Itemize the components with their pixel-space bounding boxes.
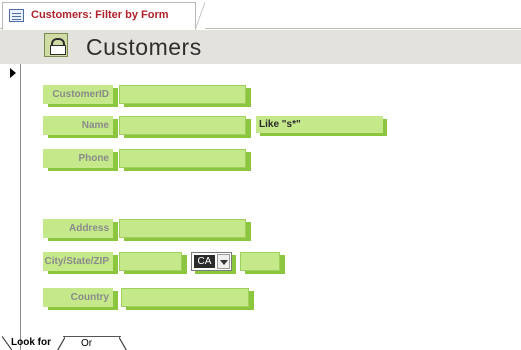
- name-criteria[interactable]: Like "s*": [256, 116, 383, 133]
- current-record-arrow-icon: [10, 68, 16, 78]
- state-value: CA: [194, 255, 215, 268]
- name-field[interactable]: [119, 116, 246, 135]
- form-header: Customers: [0, 30, 521, 64]
- city-state-zip-label: City/State/ZIP: [43, 252, 113, 271]
- phone-label: Phone: [43, 149, 113, 168]
- city-field[interactable]: [119, 252, 182, 271]
- country-label: Country: [43, 288, 113, 307]
- document-tab-customers-filter[interactable]: Customers: Filter by Form: [2, 2, 205, 30]
- form-title: Customers: [86, 34, 202, 60]
- zip-field[interactable]: [240, 252, 280, 271]
- chevron-down-icon[interactable]: [217, 254, 230, 269]
- document-tab-strip: Customers: Filter by Form: [0, 0, 521, 30]
- customerid-label: CustomerID: [43, 85, 113, 104]
- form-icon: [9, 9, 24, 22]
- filter-tabs: Look for Or: [0, 336, 521, 350]
- document-tab-title: Customers: Filter by Form: [31, 9, 169, 21]
- tab-or-label: Or: [81, 338, 93, 349]
- phone-field[interactable]: [119, 149, 246, 168]
- address-label: Address: [43, 219, 113, 238]
- state-combo[interactable]: CA: [191, 252, 232, 271]
- record-selector[interactable]: [7, 64, 21, 350]
- country-field[interactable]: [121, 288, 249, 307]
- customerid-field[interactable]: [119, 85, 246, 104]
- filter-by-form-window: Customers: Filter by Form Customers Cust…: [0, 0, 521, 350]
- form-filter-icon: [44, 33, 68, 57]
- tab-look-for[interactable]: Look for: [11, 336, 51, 350]
- name-label: Name: [43, 116, 113, 135]
- address-field[interactable]: [119, 219, 246, 238]
- tab-or[interactable]: Or: [57, 336, 127, 350]
